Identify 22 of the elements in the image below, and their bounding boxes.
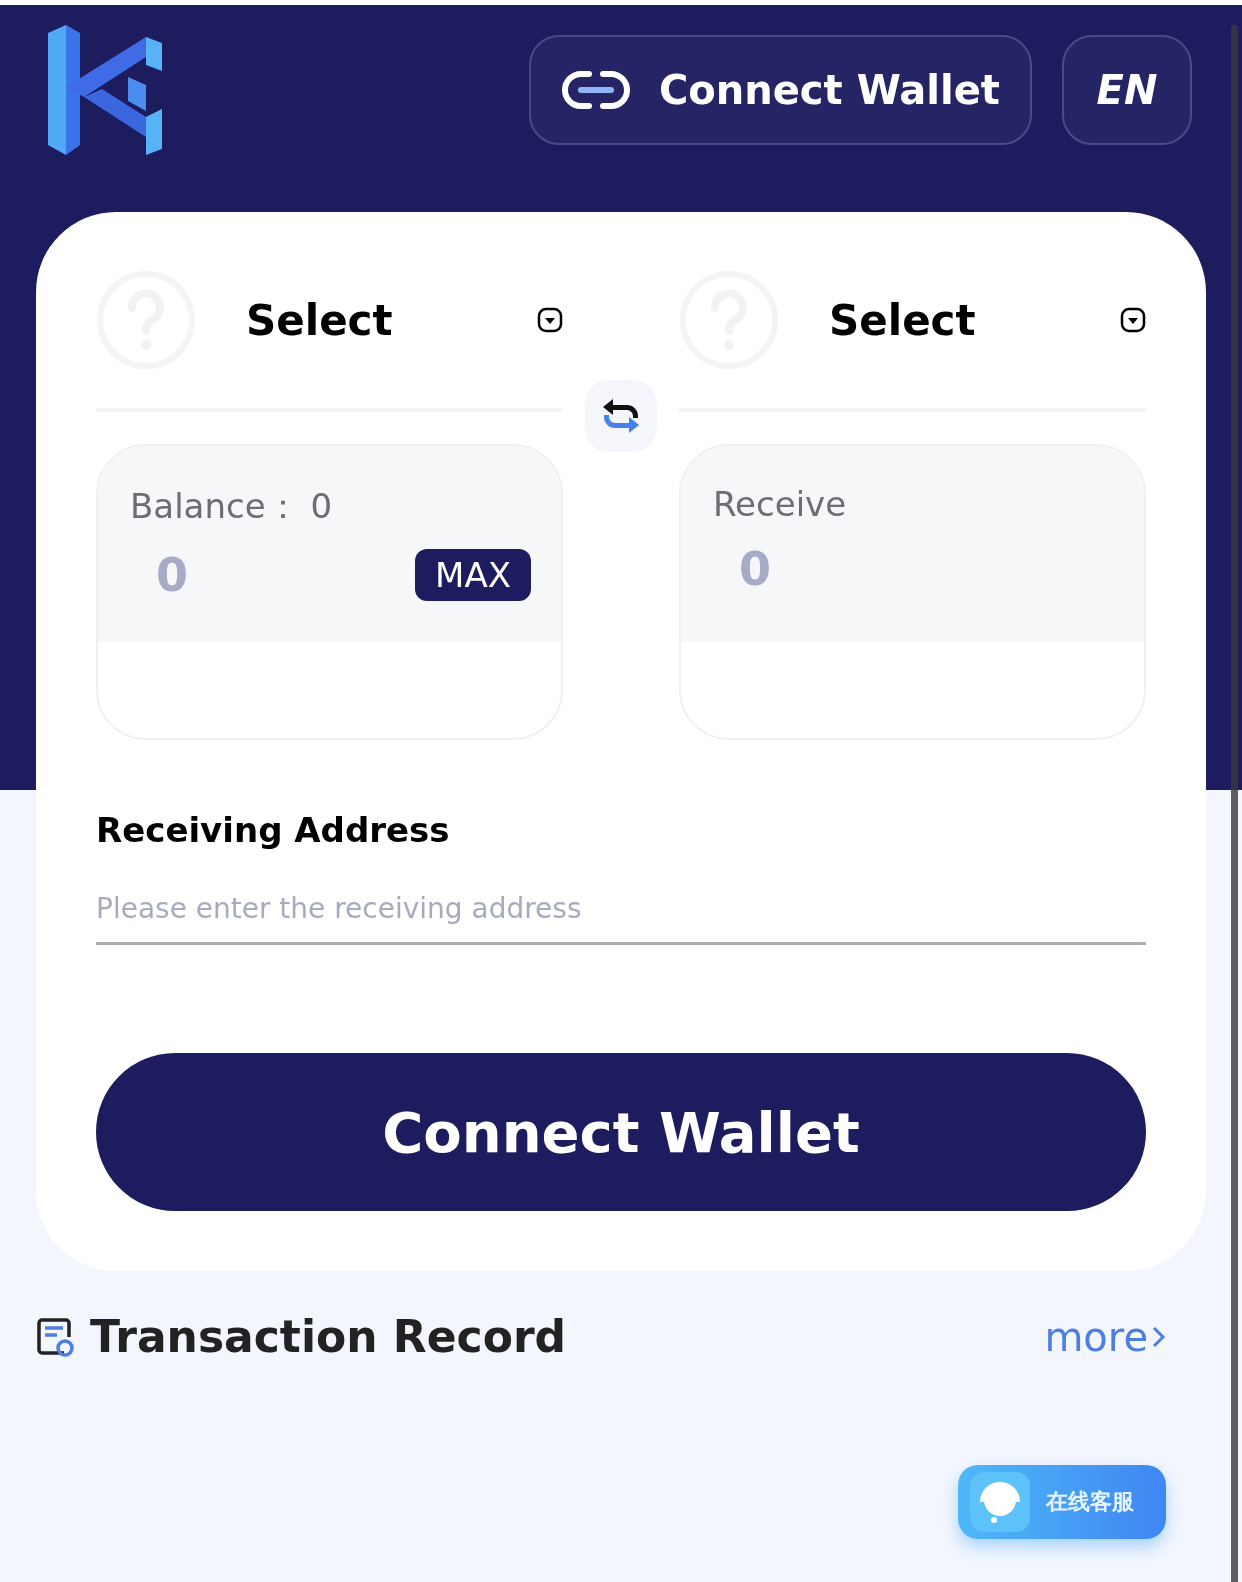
address-field[interactable]: Please enter the receiving address bbox=[96, 874, 1146, 945]
more-link[interactable]: more bbox=[1044, 1313, 1166, 1360]
chevron-icon bbox=[1152, 1324, 1166, 1349]
dropdown-icon[interactable] bbox=[537, 307, 563, 333]
amount-value: 0 bbox=[739, 542, 771, 596]
dropdown-icon[interactable] bbox=[1120, 307, 1146, 333]
scrollbar[interactable] bbox=[1231, 25, 1238, 1582]
max-button[interactable]: MAX bbox=[415, 549, 531, 601]
token-select-label[interactable]: Select bbox=[196, 295, 537, 345]
language-button[interactable]: EN bbox=[1062, 35, 1192, 145]
section-title: Transaction Record bbox=[90, 1311, 568, 1362]
record-icon bbox=[36, 1316, 76, 1357]
receive-label: Receive bbox=[713, 484, 848, 524]
connect-wallet-button[interactable]: Connect Wallet bbox=[528, 35, 1032, 145]
swap-button[interactable] bbox=[585, 380, 657, 452]
token-select-label[interactable]: Select bbox=[779, 295, 1120, 345]
connect-wallet-button[interactable]: Connect Wallet bbox=[96, 1053, 1146, 1211]
address-label: Receiving Address bbox=[96, 810, 451, 850]
headset-icon bbox=[970, 1472, 1030, 1532]
link-icon bbox=[560, 70, 631, 110]
logo-icon bbox=[48, 25, 164, 155]
balance-label: Balance： 0 bbox=[130, 485, 334, 528]
